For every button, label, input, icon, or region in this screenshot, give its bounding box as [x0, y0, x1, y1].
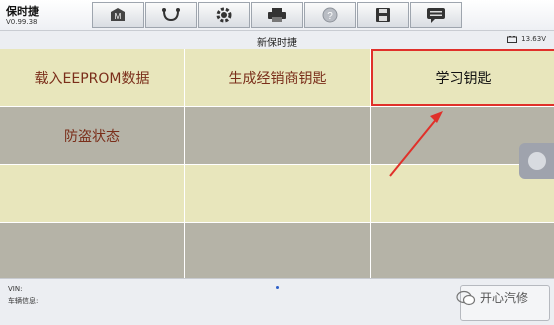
diagnose-button[interactable] [145, 2, 197, 28]
empty-cell [185, 107, 370, 164]
svg-text:M: M [115, 12, 122, 21]
vin-label: VIN: [8, 285, 23, 293]
empty-cell [0, 165, 184, 222]
empty-cell [185, 223, 370, 280]
battery-icon [507, 35, 518, 43]
save-icon [376, 8, 390, 22]
page-title: 新保时捷 [257, 38, 297, 49]
battery-status: 13.63V [507, 35, 546, 43]
function-cell-dealer-key[interactable]: 生成经销商钥匙 [185, 49, 370, 106]
top-bar: 保时捷 V0.99.38 M ? [0, 0, 554, 31]
floating-handle[interactable] [519, 143, 554, 179]
battery-voltage: 13.63V [521, 35, 546, 43]
save-button[interactable] [357, 2, 409, 28]
function-cell-load-eeprom[interactable]: 载入EEPROM数据 [0, 49, 184, 106]
print-button[interactable] [251, 2, 303, 28]
empty-cell [371, 223, 554, 280]
app-title: 保时捷 [6, 5, 39, 18]
function-cell-immobilizer-status[interactable]: 防盗状态 [0, 107, 184, 164]
settings-button[interactable] [198, 2, 250, 28]
toolbar: M ? [92, 2, 464, 28]
printer-icon [268, 8, 286, 22]
home-button[interactable]: M [92, 2, 144, 28]
vehicle-info-label: 车辆信息: [8, 297, 39, 305]
app-version: V0.99.38 [6, 18, 38, 26]
function-cell-learn-key[interactable]: 学习钥匙 [371, 49, 554, 106]
watermark-text: 开心汽修 [480, 291, 529, 305]
footer-bar: VIN: 车辆信息: 开心汽修 [0, 278, 554, 325]
svg-text:?: ? [327, 11, 333, 22]
m-logo-icon: M [111, 8, 125, 21]
help-button[interactable]: ? [304, 2, 356, 28]
empty-cell [0, 223, 184, 280]
gear-icon [216, 7, 232, 23]
sub-header: 新保时捷 13.63V [0, 31, 554, 50]
status-dot [276, 286, 279, 289]
watermark: 开心汽修 [456, 289, 528, 306]
empty-cell [185, 165, 370, 222]
help-icon: ? [322, 7, 338, 23]
handle-dot-icon [528, 152, 546, 170]
stethoscope-icon [162, 8, 180, 22]
wechat-icon [456, 290, 476, 305]
message-icon [427, 8, 445, 23]
function-grid: 载入EEPROM数据 生成经销商钥匙 学习钥匙 防盗状态 [0, 49, 554, 280]
message-button[interactable] [410, 2, 462, 28]
